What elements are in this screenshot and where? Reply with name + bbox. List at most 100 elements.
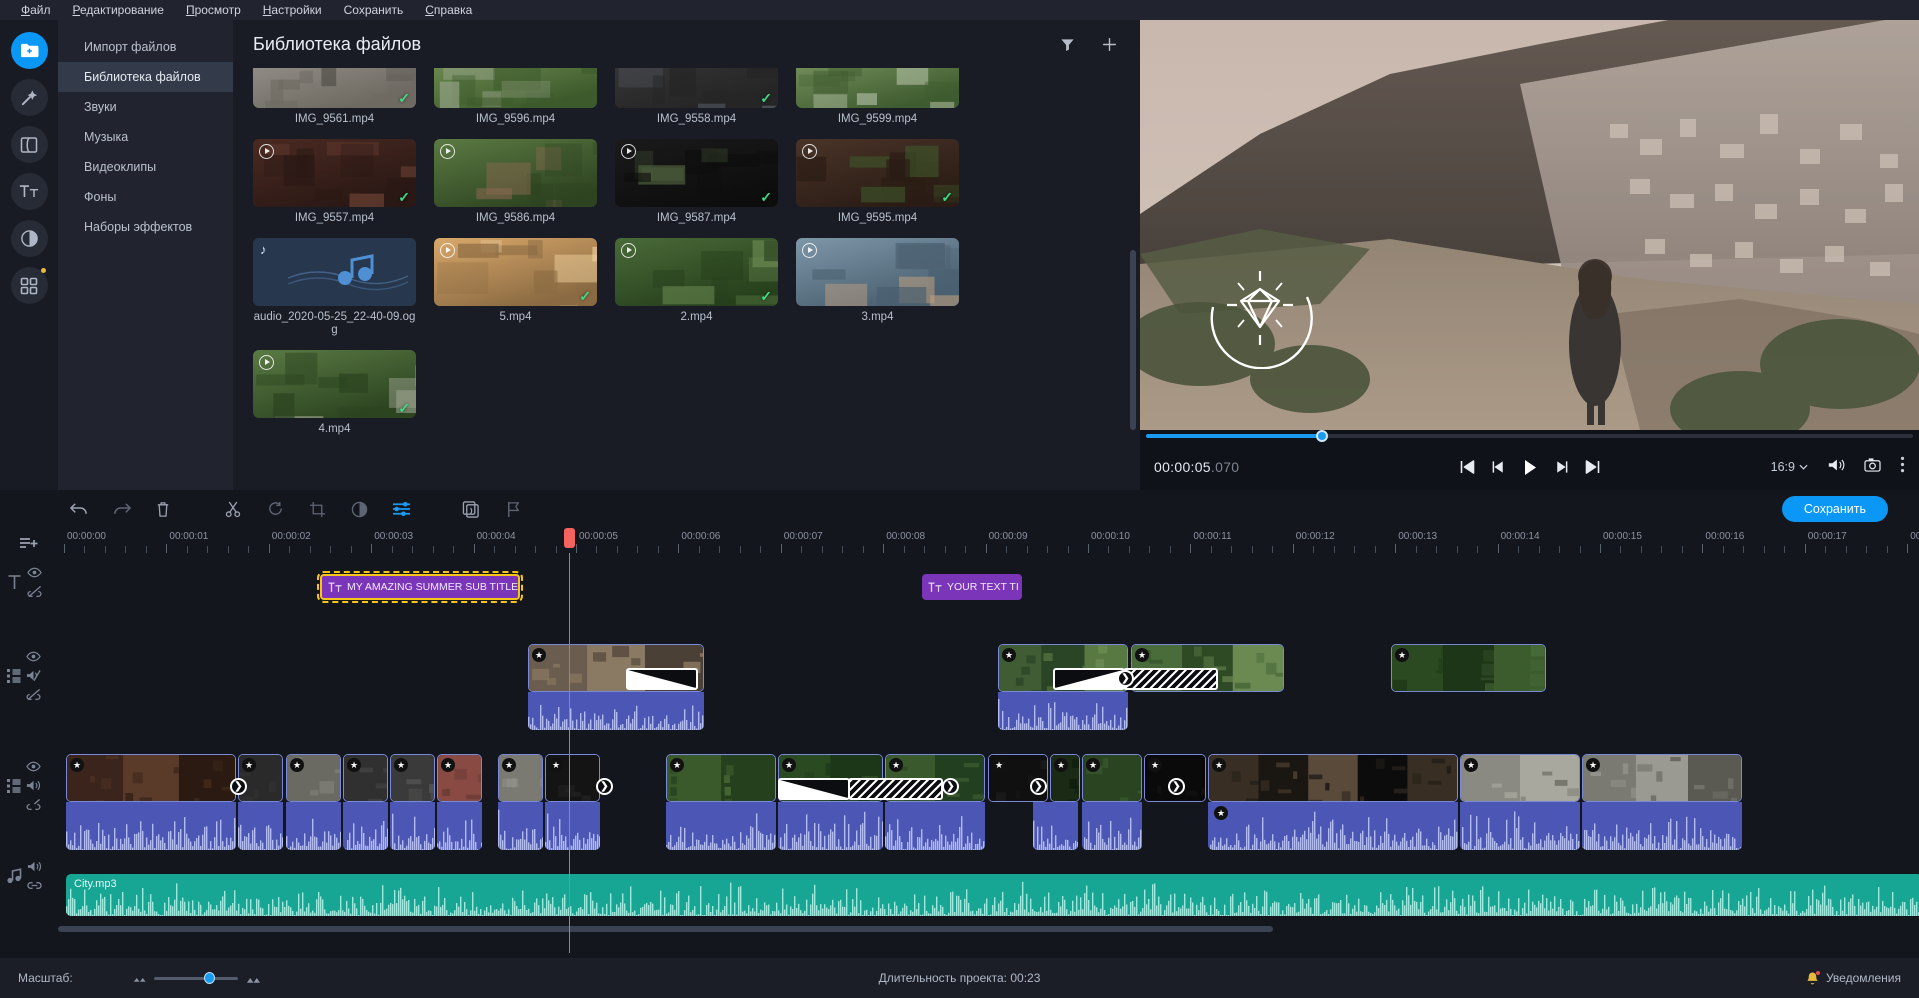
clip-audio-waveform[interactable]: [998, 692, 1128, 730]
titles-button[interactable]: [11, 173, 48, 210]
add-icon[interactable]: [1101, 36, 1118, 53]
redo-button[interactable]: [100, 494, 142, 524]
clip-audio-waveform[interactable]: [545, 802, 600, 850]
clip-audio-waveform[interactable]: [1208, 802, 1458, 850]
asset-thumbnail[interactable]: ♪: [253, 238, 416, 306]
volume-icon[interactable]: [27, 858, 42, 875]
asset-item[interactable]: IMG_9596.mp4: [434, 68, 597, 126]
asset-item[interactable]: 3.mp4: [796, 238, 959, 337]
notifications-button[interactable]: Уведомления: [1806, 971, 1901, 986]
color-adjust-button[interactable]: [338, 494, 380, 524]
fade-handle[interactable]: [1053, 668, 1125, 690]
transition-badge[interactable]: ❯: [596, 778, 613, 795]
video-clip[interactable]: ★: [1582, 754, 1742, 802]
clip-audio-waveform[interactable]: [238, 802, 283, 850]
import-folder-button[interactable]: [11, 32, 48, 69]
video-clip[interactable]: ★: [1460, 754, 1580, 802]
mute-icon[interactable]: [26, 667, 41, 684]
delete-button[interactable]: [142, 494, 184, 524]
clip-audio-waveform[interactable]: [528, 692, 704, 730]
asset-item[interactable]: ✓IMG_9561.mp4: [253, 68, 416, 126]
transition-badge[interactable]: ❯: [1117, 670, 1134, 687]
asset-thumbnail[interactable]: ✓: [796, 139, 959, 207]
add-track-button[interactable]: [0, 536, 58, 550]
asset-thumbnail[interactable]: [796, 238, 959, 306]
lock-off-icon[interactable]: [27, 583, 42, 600]
eye-icon[interactable]: [26, 648, 41, 665]
asset-item[interactable]: IMG_9586.mp4: [434, 139, 597, 225]
asset-item[interactable]: ✓IMG_9587.mp4: [615, 139, 778, 225]
playhead-handle[interactable]: [564, 528, 575, 548]
transition-region[interactable]: [1123, 668, 1218, 690]
clip-audio-waveform[interactable]: [390, 802, 435, 850]
library-nav-item-1[interactable]: Библиотека файлов: [58, 62, 233, 92]
video-clip[interactable]: ★: [545, 754, 600, 802]
clip-audio-waveform[interactable]: [343, 802, 388, 850]
clip-audio-waveform[interactable]: [286, 802, 341, 850]
stabilize-button[interactable]: [450, 494, 492, 524]
asset-thumbnail[interactable]: ✓: [253, 350, 416, 418]
library-nav-item-4[interactable]: Видеоклипы: [58, 152, 233, 182]
video-clip[interactable]: ★: [66, 754, 236, 802]
eye-icon[interactable]: [27, 564, 42, 581]
fade-handle[interactable]: [778, 778, 850, 800]
asset-item[interactable]: ✓IMG_9558.mp4: [615, 68, 778, 126]
clip-audio-waveform[interactable]: [498, 802, 543, 850]
transition-badge[interactable]: ❯: [1030, 778, 1047, 795]
title-clip[interactable]: MY AMAZING SUMMER SUB TITLE: [320, 574, 520, 600]
camera-icon[interactable]: [1864, 457, 1881, 477]
music-clip[interactable]: City.mp3: [66, 874, 1919, 916]
asset-thumbnail[interactable]: ✓: [253, 68, 416, 108]
transitions-button[interactable]: [11, 126, 48, 163]
transition-badge[interactable]: ❯: [1168, 778, 1185, 795]
asset-item[interactable]: ✓2.mp4: [615, 238, 778, 337]
video-clip[interactable]: ★: [238, 754, 283, 802]
clip-audio-waveform[interactable]: [778, 802, 883, 850]
menu-item-2[interactable]: Просмотр: [175, 0, 252, 20]
timeline-ruler[interactable]: 00:00:0000:00:0100:00:0200:00:0300:00:04…: [58, 528, 1919, 556]
timeline-hscrollbar[interactable]: [58, 926, 1273, 932]
filters-button[interactable]: [11, 220, 48, 257]
video-clip[interactable]: ★: [498, 754, 543, 802]
title-clip[interactable]: YOUR TEXT TI: [922, 574, 1022, 600]
asset-item[interactable]: ✓IMG_9557.mp4: [253, 139, 416, 225]
clip-audio-waveform[interactable]: [1582, 802, 1742, 850]
marker-button[interactable]: [492, 494, 534, 524]
transition-region[interactable]: [848, 778, 943, 800]
video-clip[interactable]: ★: [1050, 754, 1080, 802]
asset-thumbnail[interactable]: [434, 139, 597, 207]
video-clip[interactable]: ★: [343, 754, 388, 802]
menu-item-5[interactable]: Справка: [414, 0, 483, 20]
link-off-icon[interactable]: [26, 796, 41, 813]
zoom-slider-handle[interactable]: [204, 972, 215, 984]
seek-handle[interactable]: [1316, 430, 1328, 442]
undo-button[interactable]: [58, 494, 100, 524]
clip-audio-waveform[interactable]: [437, 802, 482, 850]
link-icon[interactable]: [27, 877, 42, 894]
video-clip[interactable]: ★: [1082, 754, 1142, 802]
volume-icon[interactable]: [1827, 457, 1845, 478]
crop-button[interactable]: [296, 494, 338, 524]
asset-item[interactable]: ✓5.mp4: [434, 238, 597, 337]
clip-audio-waveform[interactable]: [66, 802, 236, 850]
library-nav-item-0[interactable]: Импорт файлов: [58, 32, 233, 62]
video-clip[interactable]: ★: [286, 754, 341, 802]
filter-icon[interactable]: [1060, 37, 1075, 52]
asset-item[interactable]: IMG_9599.mp4: [796, 68, 959, 126]
transition-badge[interactable]: ❯: [230, 778, 247, 795]
video-clip[interactable]: ★: [1208, 754, 1458, 802]
library-scrollbar[interactable]: [1130, 250, 1136, 430]
menu-item-4[interactable]: Сохранить: [333, 0, 415, 20]
lock-off-icon[interactable]: [26, 686, 41, 703]
fade-handle[interactable]: [626, 668, 698, 690]
asset-thumbnail[interactable]: [796, 68, 959, 108]
asset-thumbnail[interactable]: ✓: [615, 238, 778, 306]
more-tools-button[interactable]: [11, 267, 48, 304]
video-clip[interactable]: ★: [1391, 644, 1546, 692]
zoom-slider[interactable]: [154, 977, 238, 980]
split-button[interactable]: [212, 494, 254, 524]
clip-audio-waveform[interactable]: [885, 802, 985, 850]
asset-thumbnail[interactable]: ✓: [253, 139, 416, 207]
asset-item[interactable]: ✓IMG_9595.mp4: [796, 139, 959, 225]
asset-thumbnail[interactable]: [434, 68, 597, 108]
